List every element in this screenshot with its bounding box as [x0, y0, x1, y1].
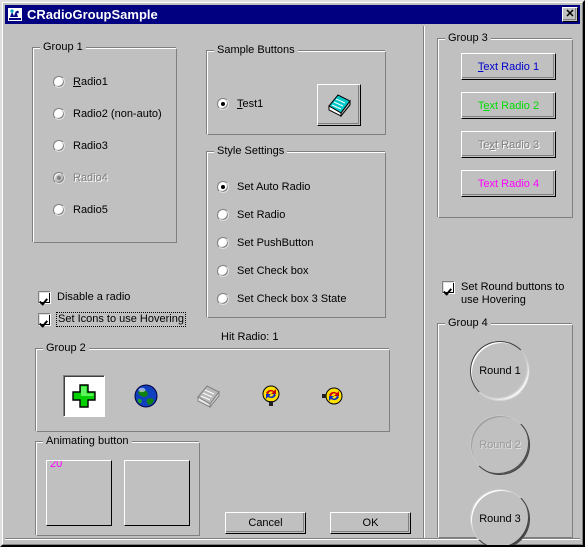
window-title: CRadioGroupSample [27, 6, 158, 22]
group2-button-yellow-bulb[interactable] [250, 375, 292, 417]
text-radio-4-button[interactable]: Text Radio 4 [461, 170, 556, 197]
text-radio-2-button[interactable]: Text Radio 2 [461, 92, 556, 119]
green-cross-icon [72, 384, 96, 408]
radio-radio5[interactable]: Radio5 [53, 204, 108, 216]
radio-test1[interactable]: Test1 [217, 98, 263, 110]
checkbox-indicator [38, 291, 51, 304]
dialog-window: CRadioGroupSample ✕ Group 1 Radio1 Radio… [0, 0, 585, 547]
app-icon [7, 7, 23, 22]
radio-label: Radio1 [73, 76, 108, 88]
round-1-label: Round 1 [479, 365, 521, 377]
sample-book-button[interactable] [317, 84, 361, 126]
radio-label: Set PushButton [237, 237, 314, 249]
radio-indicator [217, 293, 229, 305]
dialog-client-area: Group 1 Radio1 Radio2 (non-auto) Radio3 … [5, 26, 580, 545]
round-3-button[interactable]: Round 3 [470, 489, 530, 545]
radio-indicator [217, 181, 229, 193]
cancel-button-label: Cancel [248, 517, 283, 529]
checkbox-set-icons-hovering[interactable]: Set Icons to use Hovering [38, 312, 186, 327]
radio-radio3[interactable]: Radio3 [53, 140, 108, 152]
group-4-title: Group 4 [445, 317, 491, 329]
radio-radio1[interactable]: Radio1 [53, 76, 108, 88]
ok-button[interactable]: OK [330, 512, 411, 534]
group-3-title: Group 3 [445, 32, 491, 44]
radio-label: Set Check box 3 State [237, 293, 347, 305]
text-radio-3-button: Text Radio 3 [461, 131, 556, 158]
radio-indicator [53, 204, 65, 216]
close-icon: ✕ [565, 8, 575, 20]
group2-button-yellow-circle[interactable] [311, 375, 353, 417]
animation-counter: 20 [50, 460, 63, 470]
radio-label: Radio3 [73, 140, 108, 152]
checkbox-label: Set Round buttons to use Hovering [461, 281, 565, 306]
radio-set-check-box[interactable]: Set Check box [217, 265, 309, 277]
ok-button-label: OK [362, 517, 379, 529]
radio-set-pushbutton[interactable]: Set PushButton [217, 237, 313, 249]
animating-pane-2[interactable] [124, 460, 190, 526]
checkbox-indicator [442, 281, 455, 294]
text-radio-1-button[interactable]: Text Radio 1 [461, 53, 556, 80]
radio-label: Radio5 [73, 204, 108, 216]
group2-button-globe[interactable] [125, 375, 167, 417]
globe-icon [134, 384, 158, 408]
radio-set-radio[interactable]: Set Radio [217, 209, 285, 221]
round-3-label: Round 3 [479, 513, 521, 525]
radio-indicator [53, 108, 65, 120]
title-bar[interactable]: CRadioGroupSample ✕ [5, 5, 580, 24]
yellow-bulb-arrows-icon [262, 385, 280, 406]
group2-button-green-cross[interactable] [63, 375, 105, 417]
text-radio-3-label: Text Radio 3 [477, 138, 540, 151]
radio-indicator [217, 209, 229, 221]
animating-button-title: Animating button [43, 435, 132, 447]
checkbox-set-round-hovering[interactable]: Set Round buttons to use Hovering [442, 281, 579, 307]
radio-label: Set Check box [237, 265, 309, 277]
animating-pane-1[interactable]: 20 [46, 460, 112, 526]
text-radio-2-label: Text Radio 2 [477, 99, 540, 112]
radio-indicator [53, 140, 65, 152]
hit-radio-status: Hit Radio: 1 [221, 331, 279, 343]
radio-indicator [53, 172, 65, 184]
radio-set-auto-radio[interactable]: Set Auto Radio [217, 181, 310, 193]
round-2-button: Round 2 [470, 415, 530, 475]
radio-radio2[interactable]: Radio2 (non-auto) [53, 108, 162, 120]
book-disabled-icon [197, 385, 220, 408]
checkbox-disable-a-radio[interactable]: Disable a radio [38, 291, 130, 304]
radio-label: Test1 [237, 98, 264, 110]
radio-radio4: Radio4 [53, 172, 108, 184]
checkbox-label: Set Icons to use Hovering [56, 312, 186, 327]
radio-indicator [53, 76, 65, 88]
yellow-circle-arrows-icon [322, 387, 343, 405]
style-settings-title: Style Settings [214, 145, 288, 157]
close-button[interactable]: ✕ [562, 7, 578, 22]
radio-label: Set Radio [237, 209, 286, 221]
radio-set-check-box-3-state[interactable]: Set Check box 3 State [217, 293, 346, 305]
group-2-title: Group 2 [43, 342, 89, 354]
group2-button-book-disabled [187, 375, 229, 417]
book-icon [328, 94, 351, 117]
text-radio-1-label: Text Radio 1 [477, 60, 540, 73]
radio-label: Set Auto Radio [237, 181, 311, 193]
group-1-title: Group 1 [40, 41, 86, 53]
radio-indicator [217, 237, 229, 249]
round-2-label: Round 2 [479, 439, 521, 451]
checkbox-indicator [38, 313, 51, 326]
cancel-button[interactable]: Cancel [225, 512, 306, 534]
radio-label: Radio2 (non-auto) [73, 108, 162, 120]
checkbox-label: Disable a radio [57, 291, 131, 303]
text-radio-4-label: Text Radio 4 [477, 177, 540, 190]
sample-buttons-title: Sample Buttons [214, 44, 298, 56]
radio-indicator [217, 265, 229, 277]
radio-indicator [217, 98, 229, 110]
vertical-divider [423, 26, 425, 539]
round-1-button[interactable]: Round 1 [470, 341, 530, 401]
radio-label: Radio4 [73, 172, 108, 184]
